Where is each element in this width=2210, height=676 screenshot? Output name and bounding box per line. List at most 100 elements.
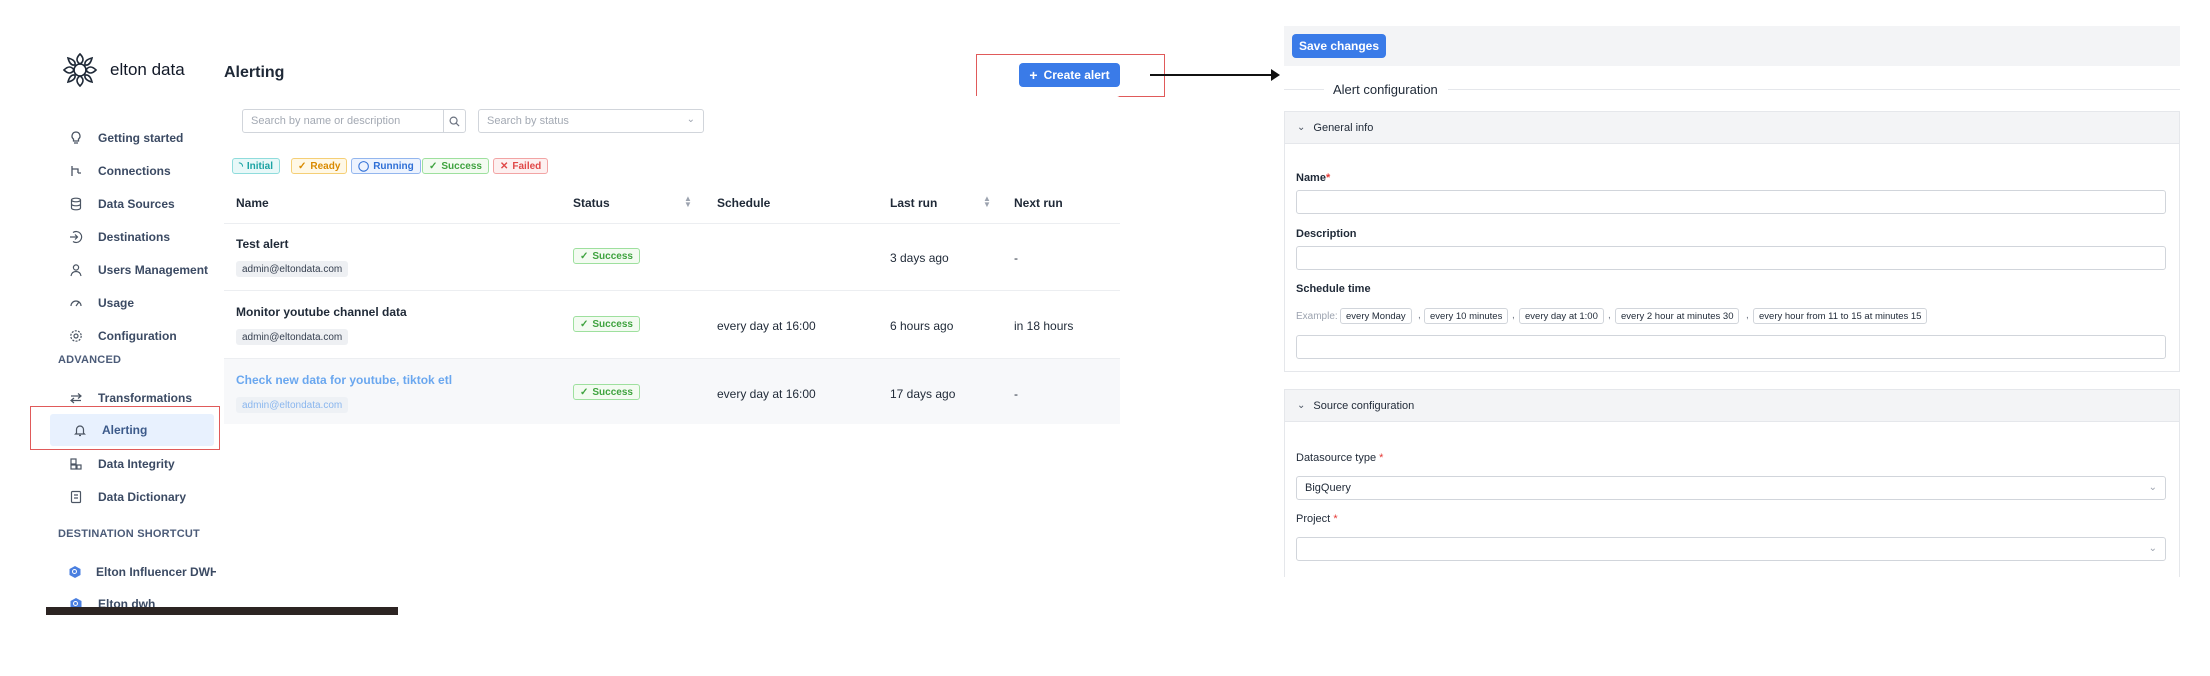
annotation-arrow [1150, 69, 1280, 81]
required-mark: * [1333, 513, 1338, 525]
sidebar-item-label: Getting started [98, 131, 184, 145]
sidebar-item-configuration[interactable]: Configuration [46, 320, 216, 352]
schedule-example-chip[interactable]: every hour from 11 to 15 at minutes 15 [1753, 308, 1928, 324]
sidebar-shortcut-elton-influencer-dwh[interactable]: Elton Influencer DWH [46, 556, 216, 588]
status-badge: ✓ Success [573, 316, 640, 332]
divider [1284, 89, 1324, 90]
sidebar-item-getting-started[interactable]: Getting started [46, 122, 216, 154]
save-changes-button[interactable]: Save changes [1292, 34, 1386, 58]
general-info-panel: ⌄ General info [1284, 111, 2180, 372]
general-info-header[interactable]: ⌄ General info [1285, 112, 2179, 144]
description-label: Description [1296, 228, 1357, 240]
chevron-down-icon: ⌄ [1297, 122, 1306, 133]
schedule-example-chip[interactable]: every 2 hour at minutes 30 [1615, 308, 1740, 324]
next-run-cell: - [1014, 251, 1018, 265]
column-header-last-run[interactable]: Last run [890, 196, 937, 210]
datasource-type-select[interactable]: BigQuery ⌄ [1296, 476, 2166, 500]
brand-name: elton data [110, 60, 185, 79]
page-title: Alerting [224, 64, 285, 81]
separator: , [1608, 310, 1611, 321]
sidebar-item-label: Connections [98, 164, 171, 178]
row-divider [224, 223, 1120, 224]
sidebar-item-connections[interactable]: Connections [46, 155, 216, 187]
example-label: Example: [1296, 311, 1338, 322]
sidebar-item-destinations[interactable]: Destinations [46, 221, 216, 253]
sidebar-item-data-sources[interactable]: Data Sources [46, 188, 216, 220]
schedule-time-label: Schedule time [1296, 283, 1371, 295]
description-field[interactable] [1296, 246, 2166, 270]
label-text: Name [1296, 172, 1326, 184]
sidebar-item-label: Data Dictionary [98, 490, 187, 504]
name-field[interactable] [1296, 190, 2166, 214]
legend-success: ✓ Success [422, 158, 489, 174]
integrity-icon [68, 456, 84, 472]
section-title: General info [1313, 121, 1374, 134]
project-select[interactable]: ⌄ [1296, 537, 2166, 561]
create-alert-label: Create alert [1043, 68, 1110, 82]
schedule-cell: every day at 16:00 [717, 319, 816, 333]
sidebar-item-label: Elton Influencer DWH [96, 565, 216, 579]
create-alert-button[interactable]: + Create alert [1019, 63, 1120, 87]
schedule-time-field[interactable] [1296, 335, 2166, 359]
owner-chip: admin@eltondata.com [236, 397, 349, 413]
schedule-example-chip[interactable]: every day at 1:00 [1519, 308, 1604, 324]
sidebar-item-label: Transformations [98, 391, 193, 405]
project-label: Project * [1296, 513, 1338, 525]
destination-icon [68, 229, 84, 245]
sidebar-item-users-management[interactable]: Users Management [46, 254, 216, 286]
column-header-status[interactable]: Status [573, 196, 610, 210]
gear-icon [68, 328, 84, 344]
sort-icon[interactable]: ▲ ▼ [684, 195, 692, 209]
sidebar-item-label: Data Sources [98, 197, 175, 211]
sidebar: elton data Getting started Connections D… [46, 38, 216, 612]
legend-label: Success [441, 160, 482, 172]
schedule-example-chip[interactable]: every Monday [1340, 308, 1412, 324]
user-icon [68, 262, 84, 278]
running-icon: ◯ [358, 160, 370, 172]
column-header-schedule: Schedule [717, 196, 771, 210]
legend-label: Initial [246, 160, 273, 172]
sidebar-item-label: Data Integrity [98, 457, 175, 471]
required-mark: * [1379, 452, 1384, 464]
last-run-cell: 3 days ago [890, 251, 949, 265]
alert-name[interactable]: Monitor youtube channel data [236, 305, 407, 319]
database-icon [68, 196, 84, 212]
next-run-cell: in 18 hours [1014, 319, 1074, 333]
status-url-tooltip [46, 607, 398, 615]
next-run-cell: - [1014, 387, 1018, 401]
sidebar-item-data-integrity[interactable]: Data Integrity [46, 448, 216, 480]
brand-logo[interactable]: elton data [60, 50, 185, 90]
search-button[interactable] [443, 110, 465, 132]
initial-icon: ◝ [239, 160, 243, 172]
search-icon [449, 116, 460, 127]
sort-icon[interactable]: ▲ ▼ [983, 195, 991, 209]
status-label: Success [592, 386, 633, 398]
label-text: Project [1296, 513, 1331, 525]
schedule-example-chip[interactable]: every 10 minutes [1424, 308, 1509, 324]
legend-failed: ✕ Failed [493, 158, 549, 174]
column-header-name: Name [236, 196, 269, 210]
section-label-advanced: ADVANCED [58, 354, 122, 366]
alert-name[interactable]: Test alert [236, 237, 288, 251]
owner-chip: admin@eltondata.com [236, 261, 349, 277]
separator: , [1418, 310, 1421, 321]
label-text: Datasource type [1296, 452, 1377, 464]
sidebar-item-usage[interactable]: Usage [46, 287, 216, 319]
status-filter-select[interactable]: Search by status ⌄ [478, 109, 704, 133]
row-divider [224, 290, 1120, 291]
x-circle-icon: ✕ [500, 160, 509, 172]
sidebar-item-data-dictionary[interactable]: Data Dictionary [46, 481, 216, 513]
source-configuration-header[interactable]: ⌄ Source configuration [1285, 390, 2179, 422]
sidebar-item-label: Configuration [98, 329, 177, 343]
status-badge: ✓ Success [573, 384, 640, 400]
table-row-hover-bg [224, 358, 1120, 424]
legend-label: Running [373, 160, 414, 172]
row-divider [224, 358, 1120, 359]
brand-logo-icon [62, 52, 98, 88]
name-label: Name* [1296, 172, 1330, 184]
check-circle-icon: ✓ [580, 386, 589, 398]
search-input[interactable] [243, 110, 443, 132]
chevron-down-icon: ⌄ [686, 114, 695, 125]
check-circle-icon: ✓ [580, 250, 589, 262]
alert-name[interactable]: Check new data for youtube, tiktok etl [236, 373, 452, 387]
